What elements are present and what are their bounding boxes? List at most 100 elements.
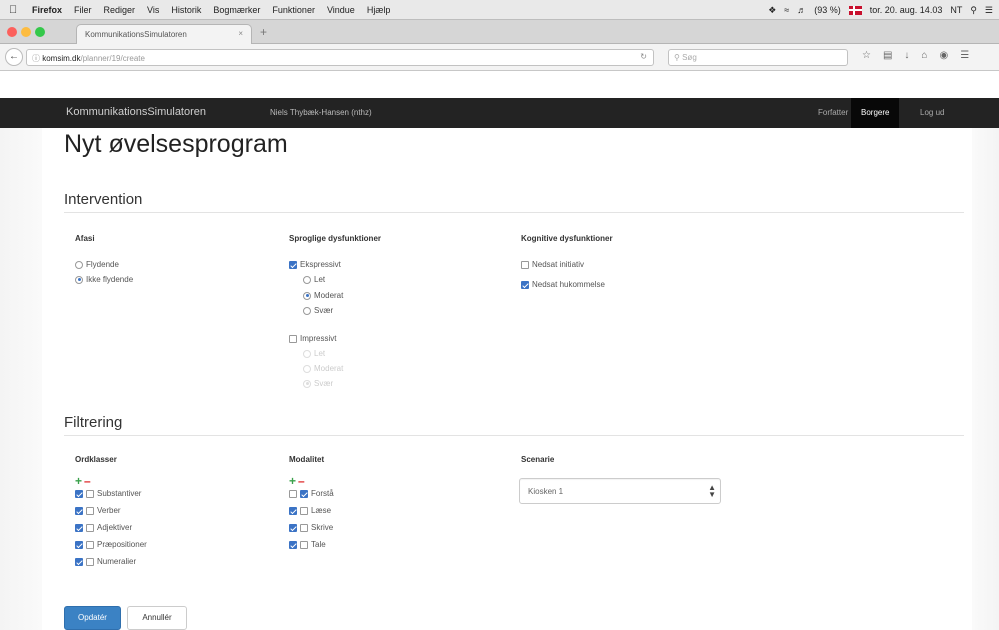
update-button[interactable]: Opdatér xyxy=(64,606,121,630)
menu-filer[interactable]: Filer xyxy=(74,5,92,15)
notification-center-icon[interactable]: ☰ xyxy=(985,5,993,16)
checkbox[interactable] xyxy=(75,523,83,532)
back-arrow-icon[interactable]: ← xyxy=(5,48,23,66)
scenarie-select[interactable]: Kiosken 1 ▲ ▼ xyxy=(519,478,721,504)
radio-button[interactable] xyxy=(303,275,311,284)
nav-borgere[interactable]: Borgere xyxy=(851,98,900,128)
option-label: Nedsat initiativ xyxy=(532,260,585,269)
checkbox[interactable] xyxy=(86,557,94,566)
menu-vindue[interactable]: Vindue xyxy=(327,5,355,15)
app-brand[interactable]: KommunikationsSimulatoren xyxy=(66,106,206,118)
checkbox[interactable] xyxy=(289,489,297,498)
volume-icon[interactable]: ♬ xyxy=(797,5,806,15)
checkbox[interactable] xyxy=(86,523,94,532)
modalitet-row-laese[interactable]: Læse xyxy=(289,506,331,515)
checkbox[interactable] xyxy=(86,540,94,549)
checkbox[interactable] xyxy=(75,540,83,549)
checkbox[interactable] xyxy=(300,506,308,515)
minus-icon[interactable]: – xyxy=(298,474,305,488)
option-label: Svær xyxy=(314,306,334,315)
checkbox[interactable] xyxy=(86,506,94,515)
window-close-button[interactable] xyxy=(7,27,17,37)
menu-funktioner[interactable]: Funktioner xyxy=(272,5,315,15)
user-menu[interactable]: NT xyxy=(950,5,962,15)
option-label: Forstå xyxy=(311,489,334,498)
nav-log-ud[interactable]: Log ud xyxy=(920,98,944,128)
ordklasse-row-substantiver[interactable]: Substantiver xyxy=(75,489,141,498)
site-identity-icon[interactable]: ⓘ xyxy=(32,54,40,63)
checkbox[interactable] xyxy=(75,506,83,515)
browser-tab[interactable]: KommunikationsSimulatoren × xyxy=(76,24,252,44)
ordklasse-row-praepositioner[interactable]: Præpositioner xyxy=(75,540,147,549)
checkbox[interactable] xyxy=(86,489,94,498)
menu-historik[interactable]: Historik xyxy=(171,5,201,15)
tab-close-icon[interactable]: × xyxy=(238,29,243,38)
ordklasse-row-adjektiver[interactable]: Adjektiver xyxy=(75,523,132,532)
menu-vis[interactable]: Vis xyxy=(147,5,159,15)
bookmark-star-icon[interactable]: ☆ xyxy=(862,50,871,61)
dropbox-icon[interactable]: ❖ xyxy=(768,5,776,16)
cancel-button[interactable]: Annullér xyxy=(127,606,187,630)
ordklasse-row-verber[interactable]: Verber xyxy=(75,506,121,515)
url-bar[interactable]: ⓘ komsim.dk/planner/19/create ↻ xyxy=(26,49,654,66)
impressivt-level-moderat: Moderat xyxy=(303,364,343,373)
afasi-option-ikke-flydende[interactable]: Ikke flydende xyxy=(75,275,133,284)
radio-button[interactable] xyxy=(303,291,311,300)
app-user-link[interactable]: Niels Thybæk-Hansen (nthz) xyxy=(270,108,372,117)
radio-button[interactable] xyxy=(303,306,311,315)
checkbox[interactable] xyxy=(521,280,529,289)
checkbox[interactable] xyxy=(75,489,83,498)
modalitet-row-skrive[interactable]: Skrive xyxy=(289,523,333,532)
checkbox[interactable] xyxy=(300,540,308,549)
afasi-option-flydende[interactable]: Flydende xyxy=(75,260,119,269)
modalitet-row-forsta[interactable]: Forstå xyxy=(289,489,334,498)
ekspressivt-level-let[interactable]: Let xyxy=(303,275,325,284)
wifi-icon[interactable]: ≈ xyxy=(784,5,789,15)
search-input[interactable]: ⚲ Søg xyxy=(668,49,848,66)
hamburger-menu-icon[interactable]: ☰ xyxy=(960,50,969,61)
impressivt-checkbox[interactable]: Impressivt xyxy=(289,334,336,343)
nav-forfatter[interactable]: Forfatter xyxy=(818,98,848,128)
datetime[interactable]: tor. 20. aug. 14.03 xyxy=(870,5,943,15)
checkbox[interactable] xyxy=(521,260,529,269)
download-icon[interactable]: ↓ xyxy=(904,50,909,61)
minus-icon[interactable]: – xyxy=(84,474,91,488)
menu-rediger[interactable]: Rediger xyxy=(104,5,136,15)
modalitet-label: Modalitet xyxy=(289,455,325,464)
ekspressivt-level-moderat[interactable]: Moderat xyxy=(303,291,343,300)
checkbox[interactable] xyxy=(289,334,297,343)
nedsat-initiativ-checkbox[interactable]: Nedsat initiativ xyxy=(521,260,584,269)
radio-button[interactable] xyxy=(75,275,83,284)
option-label: Numeralier xyxy=(97,557,137,566)
radio-button[interactable] xyxy=(75,260,83,269)
modalitet-row-tale[interactable]: Tale xyxy=(289,540,326,549)
nedsat-hukommelse-checkbox[interactable]: Nedsat hukommelse xyxy=(521,280,605,289)
apple-icon[interactable]:  xyxy=(9,0,25,20)
checkbox[interactable] xyxy=(289,260,297,269)
checkbox[interactable] xyxy=(300,523,308,532)
checkbox[interactable] xyxy=(300,489,308,498)
spotlight-icon[interactable]: ⚲ xyxy=(970,5,977,16)
checkbox[interactable] xyxy=(289,506,297,515)
checkbox[interactable] xyxy=(289,523,297,532)
option-label: Impressivt xyxy=(300,334,337,343)
home-icon[interactable]: ⌂ xyxy=(921,50,927,61)
menu-hjaelp[interactable]: Hjælp xyxy=(367,5,391,15)
menu-app-name[interactable]: Firefox xyxy=(32,5,62,15)
reload-icon[interactable]: ↻ xyxy=(640,52,647,61)
new-tab-icon[interactable]: + xyxy=(260,25,267,39)
ordklasse-row-numeralier[interactable]: Numeralier xyxy=(75,557,136,566)
checkbox[interactable] xyxy=(289,540,297,549)
ekspressivt-level-svaer[interactable]: Svær xyxy=(303,306,333,315)
window-zoom-button[interactable] xyxy=(35,27,45,37)
window-minimize-button[interactable] xyxy=(21,27,31,37)
ekspressivt-checkbox[interactable]: Ekspressivt xyxy=(289,260,341,269)
plus-icon[interactable]: + xyxy=(75,474,82,488)
menu-bogmaerker[interactable]: Bogmærker xyxy=(213,5,260,15)
battery-text[interactable]: (93 %) xyxy=(814,5,841,15)
danish-flag-icon[interactable] xyxy=(848,5,862,15)
pocket-icon[interactable]: ◉ xyxy=(939,50,948,61)
checkbox[interactable] xyxy=(75,557,83,566)
plus-icon[interactable]: + xyxy=(289,474,296,488)
reading-list-icon[interactable]: ▤ xyxy=(883,50,892,61)
